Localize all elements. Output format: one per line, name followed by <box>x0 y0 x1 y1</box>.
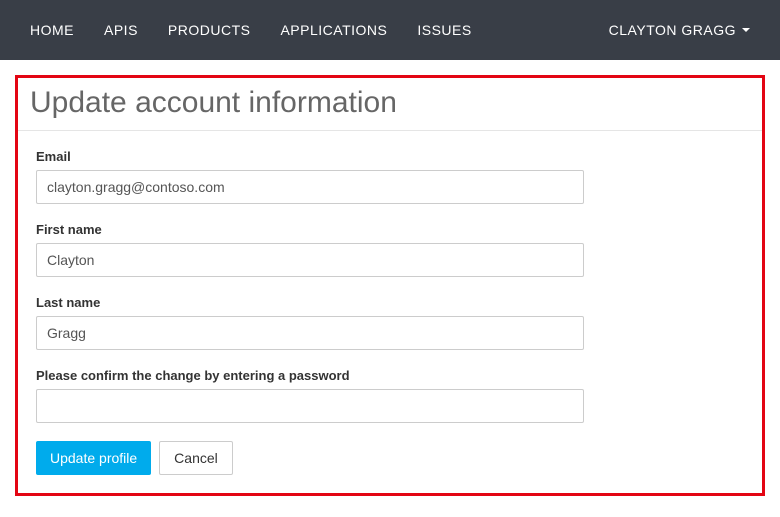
first-name-label: First name <box>36 222 744 237</box>
password-label: Please confirm the change by entering a … <box>36 368 744 383</box>
password-field[interactable] <box>36 389 584 423</box>
cancel-button[interactable]: Cancel <box>159 441 233 475</box>
form-group-email: Email <box>36 149 744 204</box>
form-area: Email First name Last name Please confir… <box>18 131 762 493</box>
content-wrap: Update account information Email First n… <box>0 60 780 511</box>
update-profile-button[interactable]: Update profile <box>36 441 151 475</box>
form-group-last-name: Last name <box>36 295 744 350</box>
nav-item-apis[interactable]: APIS <box>89 2 153 58</box>
page-title: Update account information <box>18 78 762 131</box>
caret-down-icon <box>742 28 750 32</box>
nav-item-home[interactable]: HOME <box>15 2 89 58</box>
user-menu-label: CLAYTON GRAGG <box>609 22 736 38</box>
nav-item-applications[interactable]: APPLICATIONS <box>265 2 402 58</box>
form-group-first-name: First name <box>36 222 744 277</box>
last-name-label: Last name <box>36 295 744 310</box>
user-menu[interactable]: CLAYTON GRAGG <box>594 2 765 58</box>
first-name-field[interactable] <box>36 243 584 277</box>
nav-item-products[interactable]: PRODUCTS <box>153 2 266 58</box>
nav-left: HOME APIS PRODUCTS APPLICATIONS ISSUES <box>15 2 487 58</box>
form-group-password: Please confirm the change by entering a … <box>36 368 744 423</box>
top-navbar: HOME APIS PRODUCTS APPLICATIONS ISSUES C… <box>0 0 780 60</box>
highlight-box: Update account information Email First n… <box>15 75 765 496</box>
last-name-field[interactable] <box>36 316 584 350</box>
email-field[interactable] <box>36 170 584 204</box>
nav-item-issues[interactable]: ISSUES <box>402 2 486 58</box>
button-row: Update profile Cancel <box>36 441 744 475</box>
email-label: Email <box>36 149 744 164</box>
